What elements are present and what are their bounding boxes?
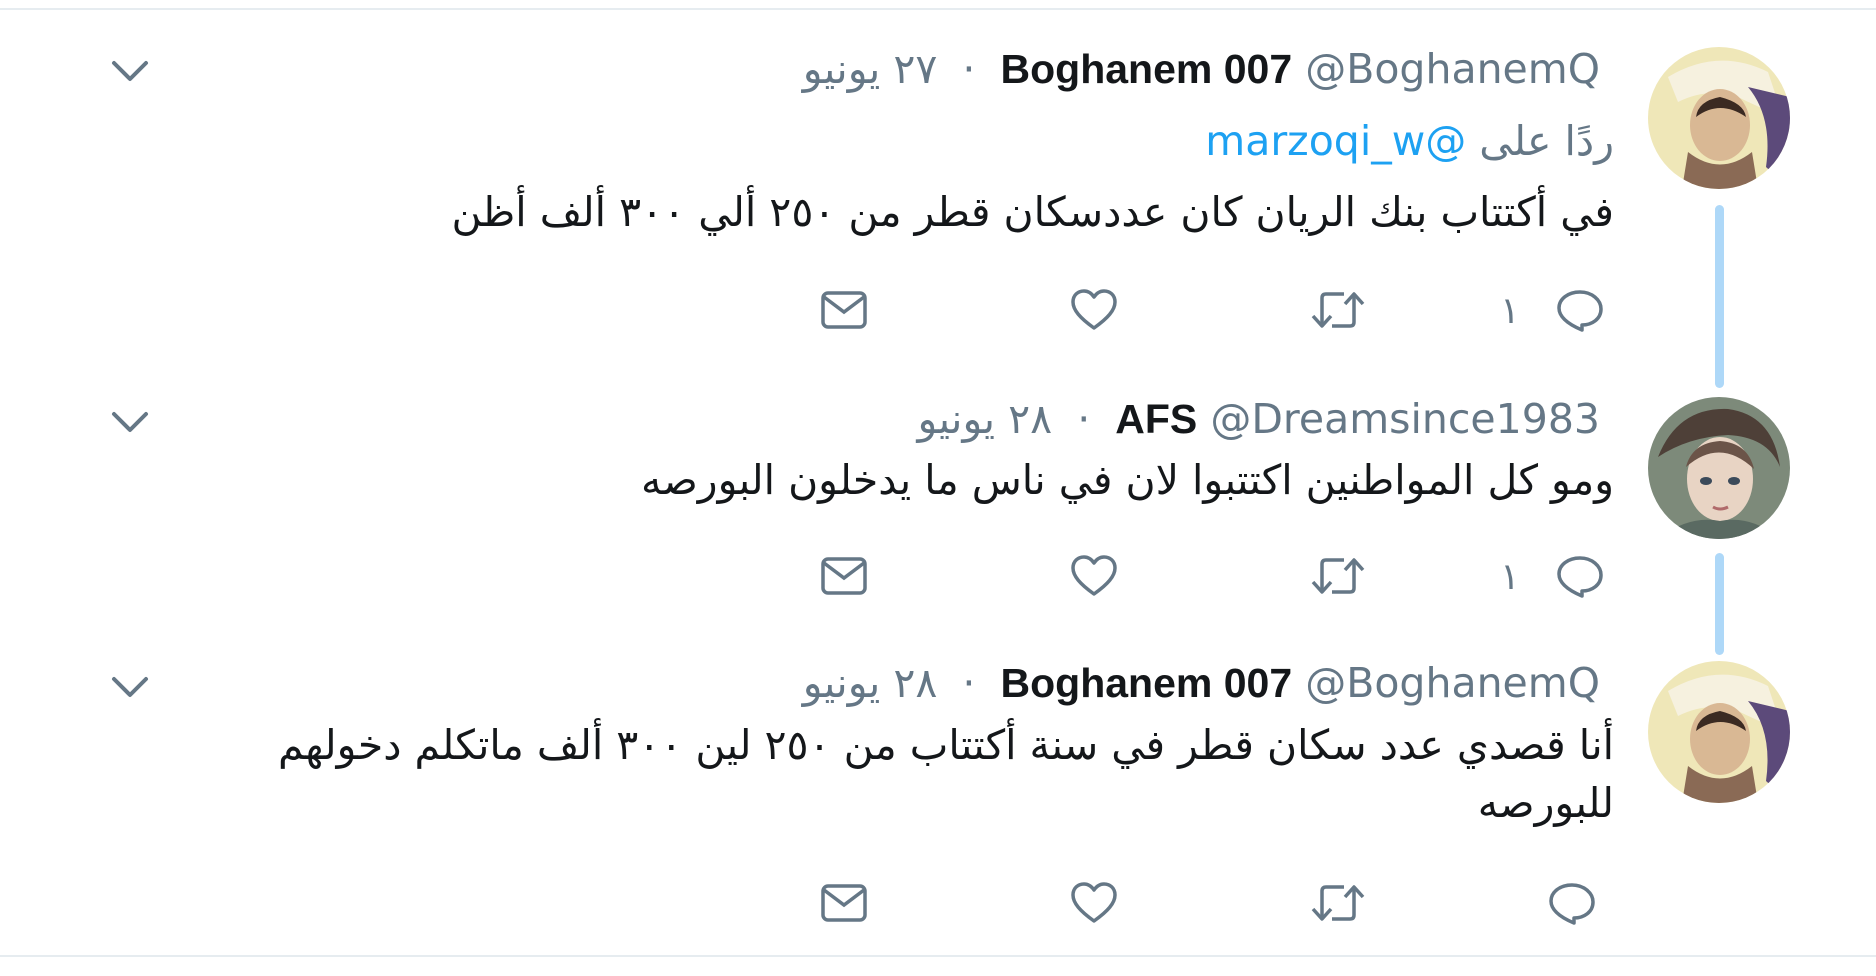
user-handle[interactable]: @Dreamsince1983 [1210, 395, 1600, 443]
bottom-divider [0, 955, 1876, 957]
like-button[interactable] [1070, 875, 1118, 931]
avatar[interactable] [1648, 47, 1790, 189]
reply-context: ردًا على @marzoqi_w [1205, 116, 1614, 166]
heart-icon [1071, 289, 1117, 330]
retweet-button[interactable] [1310, 282, 1366, 338]
display-name[interactable]: Boghanem 007 [1001, 660, 1293, 706]
dm-button[interactable] [820, 548, 868, 604]
separator-dot: · [962, 659, 976, 707]
tweet-date[interactable]: ٢٧ يونيو [803, 45, 938, 93]
tweet-date[interactable]: ٢٨ يونيو [803, 659, 938, 707]
envelope-icon [821, 557, 867, 595]
reply-bubble-icon [1557, 556, 1603, 598]
reply-button[interactable]: ١ [1500, 548, 1604, 604]
dm-button[interactable] [820, 282, 868, 338]
reply-bubble-icon [1557, 290, 1603, 332]
separator-dot: · [962, 45, 976, 93]
display-name[interactable]: AFS [1115, 396, 1197, 442]
tweet-header: AFS @Dreamsince1983 · ٢٨ يونيو [918, 395, 1615, 443]
reply-button[interactable] [1548, 875, 1596, 931]
chevron-down-icon[interactable] [110, 673, 150, 701]
avatar[interactable] [1648, 397, 1790, 539]
like-button[interactable] [1070, 282, 1118, 338]
reply-prefix: ردًا على [1479, 117, 1614, 165]
tweet-date[interactable]: ٢٨ يونيو [918, 395, 1053, 443]
envelope-icon [821, 291, 867, 329]
reply-bubble-icon [1549, 883, 1595, 925]
heart-icon [1071, 555, 1117, 596]
thread-line [1715, 205, 1724, 388]
chevron-down-icon[interactable] [110, 57, 150, 85]
tweet-text: أنا قصدي عدد سكان قطر في سنة أكتتاب من ٢… [278, 721, 1614, 827]
user-handle[interactable]: @BoghanemQ [1305, 45, 1600, 93]
heart-icon [1071, 882, 1117, 923]
tweet-actions: ١ [820, 282, 1620, 342]
chevron-down-icon[interactable] [110, 408, 150, 436]
retweet-icon [1311, 885, 1365, 921]
display-name[interactable]: Boghanem 007 [1001, 46, 1293, 92]
top-divider [0, 8, 1876, 10]
retweet-button[interactable] [1310, 548, 1366, 604]
user-handle[interactable]: @BoghanemQ [1305, 659, 1600, 707]
avatar[interactable] [1648, 661, 1790, 803]
like-button[interactable] [1070, 548, 1118, 604]
tweet-text: ومو كل المواطنين اكتتبوا لان في ناس ما ي… [641, 456, 1614, 504]
reply-button[interactable]: ١ [1500, 282, 1604, 338]
thread-line [1715, 553, 1724, 655]
reply-mention-link[interactable]: @marzoqi_w [1205, 117, 1466, 165]
dm-button[interactable] [820, 875, 868, 931]
tweet-header: Boghanem 007 @BoghanemQ · ٢٧ يونيو [803, 45, 1614, 93]
retweet-button[interactable] [1310, 875, 1366, 931]
envelope-icon [821, 884, 867, 922]
tweet-text: في أكتتاب بنك الريان كان عددسكان قطر من … [451, 188, 1614, 236]
reply-count: ١ [1500, 554, 1520, 598]
separator-dot: · [1077, 395, 1091, 443]
reply-count: ١ [1500, 288, 1520, 332]
tweet-actions: ١ [820, 548, 1620, 608]
retweet-icon [1311, 292, 1365, 328]
tweet-header: Boghanem 007 @BoghanemQ · ٢٨ يونيو [803, 659, 1614, 707]
retweet-icon [1311, 558, 1365, 594]
tweet-actions [820, 875, 1620, 935]
